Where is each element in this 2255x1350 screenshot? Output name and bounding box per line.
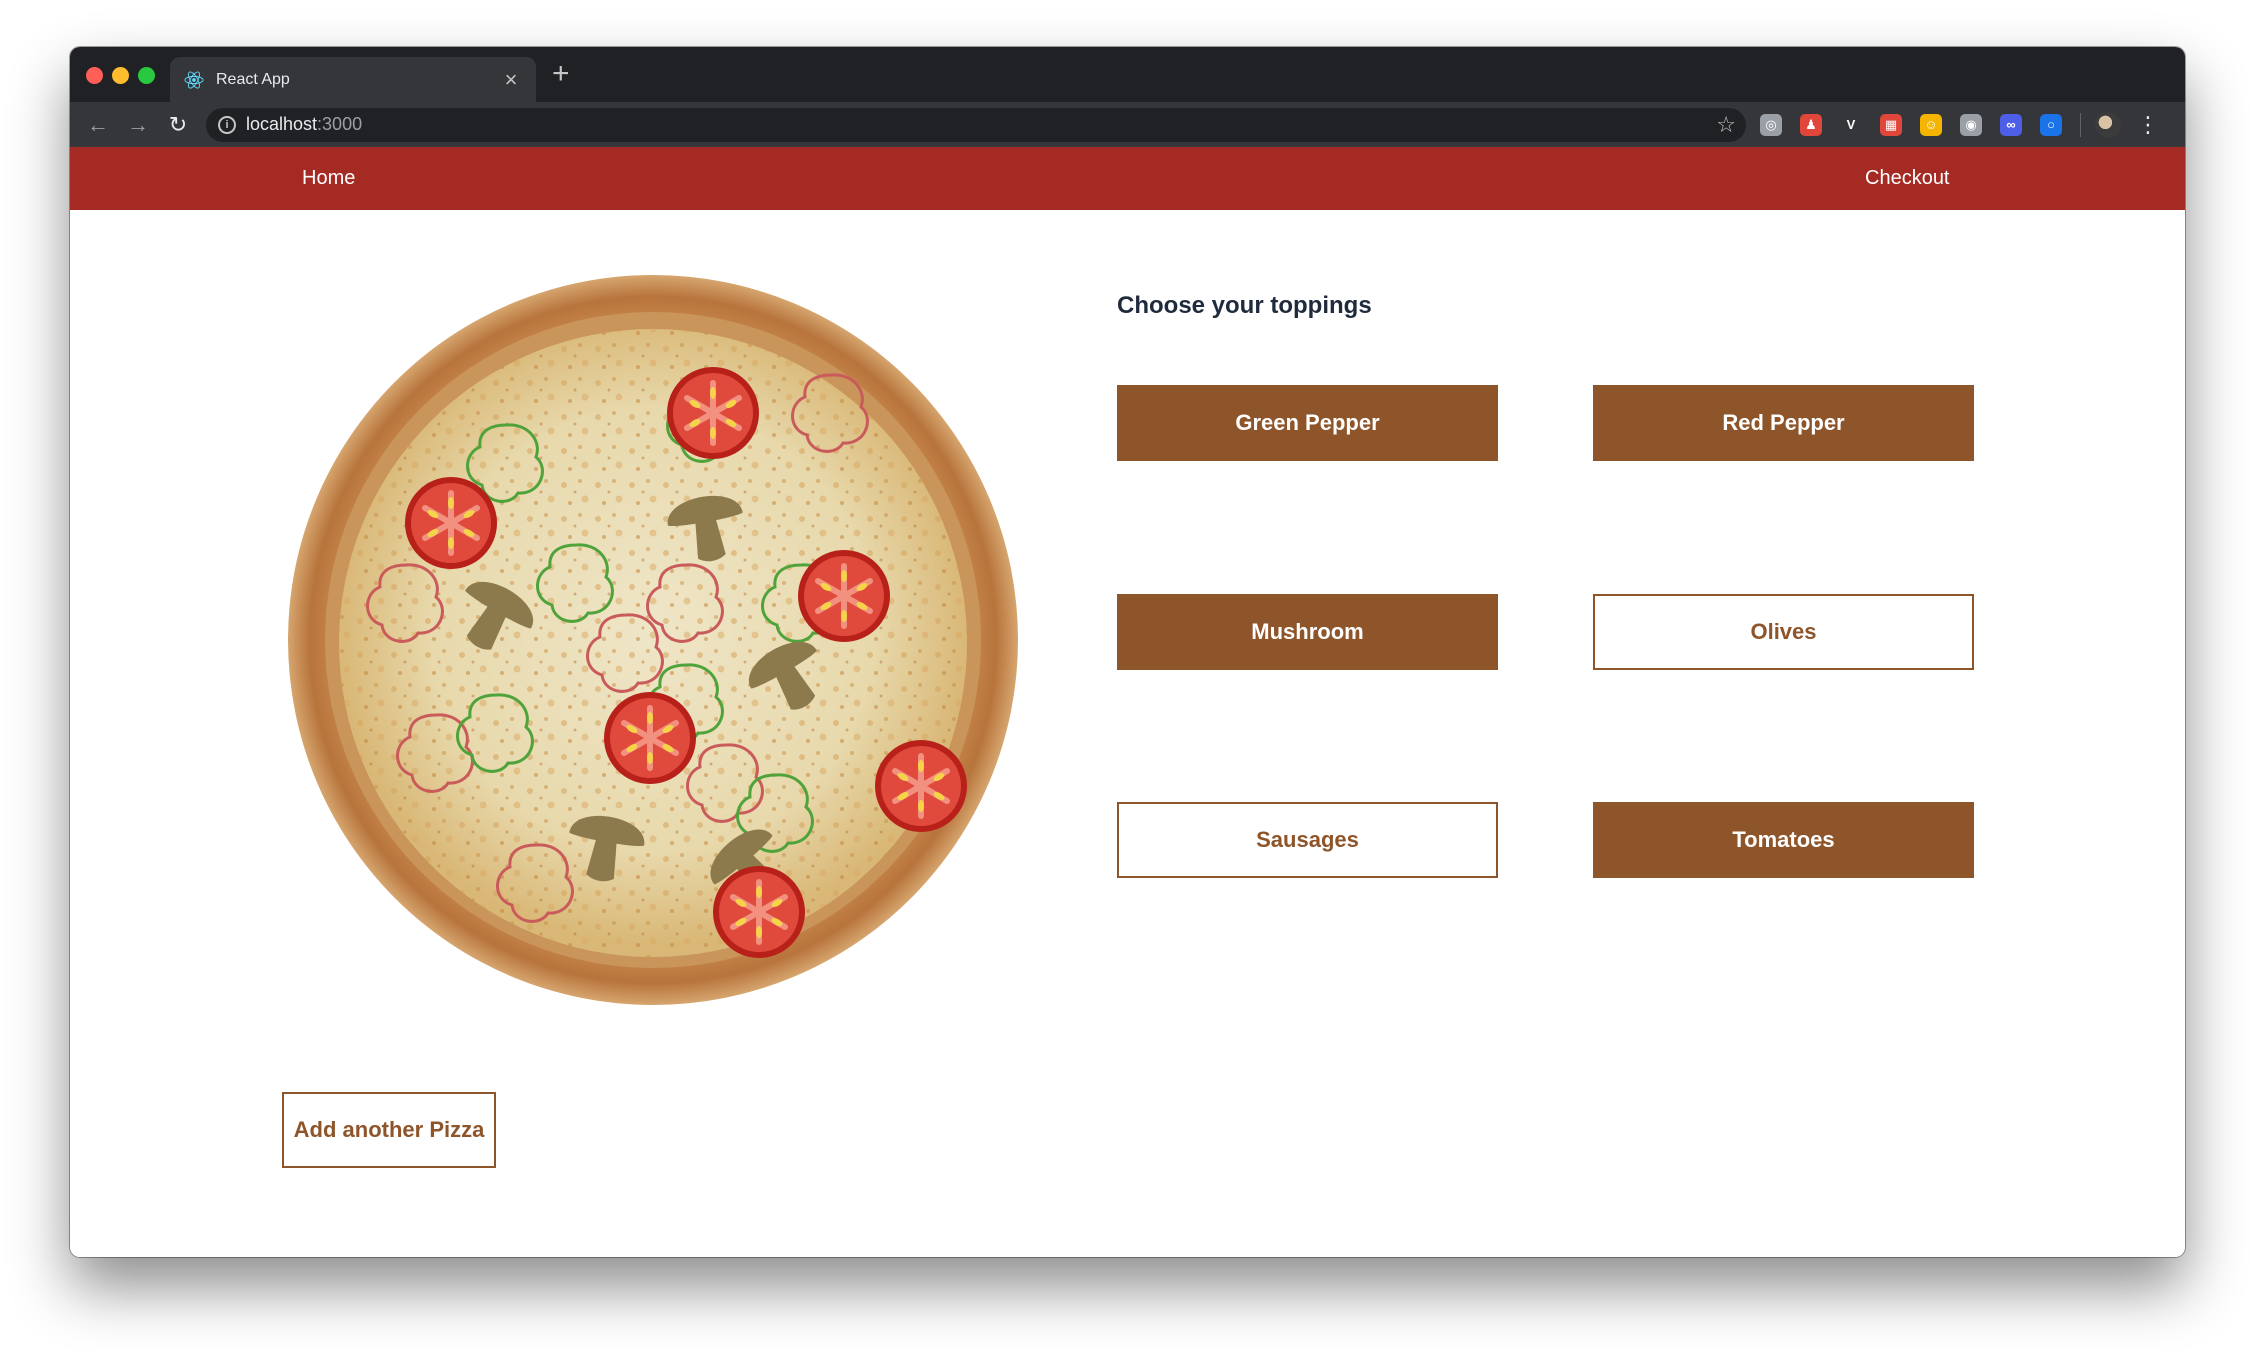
address-bar[interactable]: i localhost:3000 ☆: [206, 107, 1746, 142]
new-tab-button[interactable]: +: [552, 59, 570, 89]
reload-icon[interactable]: ↻: [158, 105, 198, 145]
vue-extension-icon[interactable]: V: [1840, 113, 1862, 136]
close-tab-icon[interactable]: ×: [500, 68, 522, 91]
topping-button-olives[interactable]: Olives: [1593, 594, 1974, 670]
profile-avatar[interactable]: [2095, 111, 2121, 138]
toppings-heading: Choose your toppings: [1117, 292, 1372, 319]
chat-extension-icon[interactable]: ∞: [2000, 113, 2022, 136]
back-arrow-icon[interactable]: ←: [78, 105, 118, 145]
extensions-area: ◎ ♟ V ▦ ☺ ◉ ∞ ○: [1760, 113, 2080, 136]
maximize-window-button[interactable]: [138, 67, 155, 84]
topping-button-red-pepper[interactable]: Red Pepper: [1593, 385, 1974, 461]
pizza-image: [286, 273, 1021, 1008]
tab-strip: React App × +: [70, 47, 2185, 102]
react-icon: [184, 70, 204, 90]
topping-button-tomatoes[interactable]: Tomatoes: [1593, 802, 1974, 878]
ring-extension-icon[interactable]: ○: [2040, 113, 2062, 136]
topping-button-sausages[interactable]: Sausages: [1117, 802, 1498, 878]
person-extension-icon[interactable]: ♟: [1800, 113, 1822, 136]
browser-menu-icon[interactable]: ⋮: [2137, 113, 2159, 136]
tab-react-app[interactable]: React App ×: [170, 57, 536, 102]
nav-home-link[interactable]: Home: [302, 167, 355, 190]
url-port: :3000: [317, 114, 363, 134]
browser-toolbar: ← → ↻ i localhost:3000 ☆ ◎ ♟ V ▦ ☺ ◉ ∞ ○ ⋮: [70, 102, 2185, 147]
emoji-extension-icon[interactable]: ☺: [1920, 113, 1942, 136]
browser-window: React App × + ← → ↻ i localhost:3000 ☆ ◎…: [70, 47, 2185, 1257]
tab-title: React App: [216, 70, 290, 88]
page-content: Home Checkout Choose your toppings Green…: [70, 147, 2185, 1257]
toolbar-divider: [2080, 112, 2081, 137]
grid-extension-icon[interactable]: ▦: [1880, 113, 1902, 136]
info-icon[interactable]: i: [218, 115, 236, 134]
top-navbar: Home Checkout: [70, 147, 2185, 210]
topping-button-mushroom[interactable]: Mushroom: [1117, 594, 1498, 670]
close-window-button[interactable]: [86, 67, 103, 84]
topping-button-green-pepper[interactable]: Green Pepper: [1117, 385, 1498, 461]
pizza-illustration: [288, 275, 1018, 1005]
forward-arrow-icon[interactable]: →: [118, 105, 158, 145]
camera-extension-icon[interactable]: ◉: [1960, 113, 1982, 136]
minimize-window-button[interactable]: [112, 67, 129, 84]
add-another-pizza-button[interactable]: Add another Pizza: [282, 1092, 496, 1168]
nav-checkout-link[interactable]: Checkout: [1865, 167, 1950, 190]
target-extension-icon[interactable]: ◎: [1760, 113, 1782, 136]
bookmark-star-icon[interactable]: ☆: [1716, 112, 1736, 138]
url-host: localhost: [246, 114, 318, 134]
